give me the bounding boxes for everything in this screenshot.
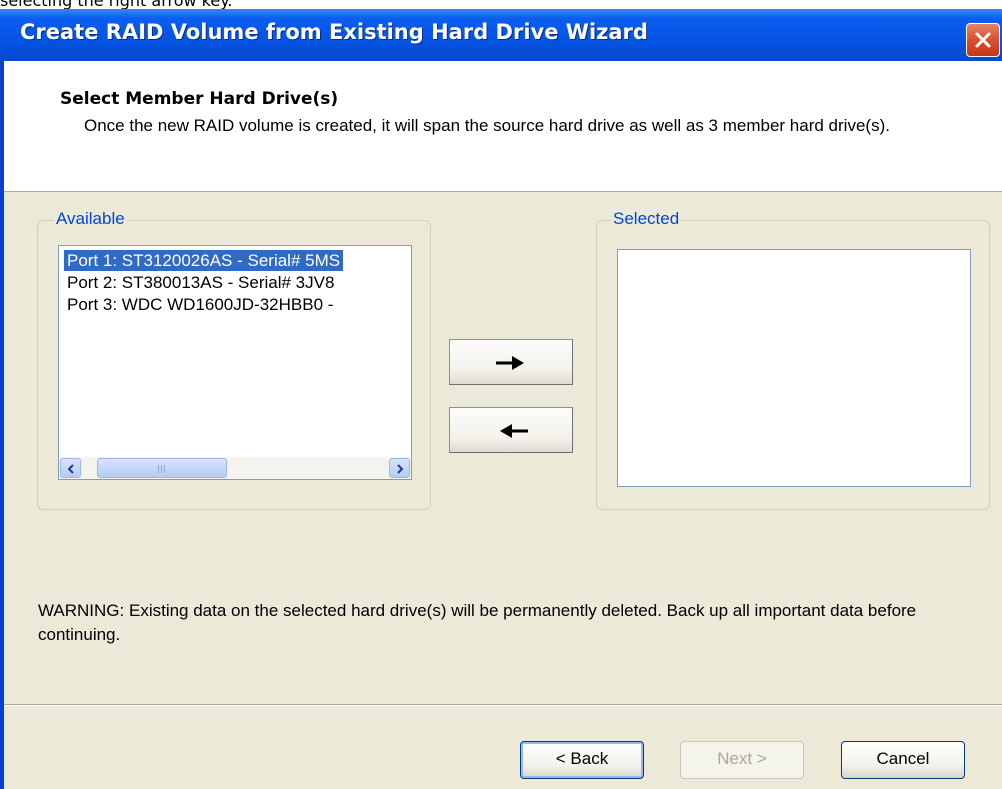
add-to-selected-button[interactable] [449, 339, 573, 385]
chevron-left-icon [67, 464, 74, 474]
available-listbox[interactable]: Port 1: ST3120026AS - Serial# 5MS Port 2… [58, 245, 412, 480]
caption-text: selecting the right arrow key. [0, 0, 233, 10]
selected-listbox[interactable] [617, 249, 971, 487]
wizard-window: Create RAID Volume from Existing Hard Dr… [0, 9, 1002, 789]
chevron-right-icon [397, 464, 404, 474]
back-button[interactable]: < Back [520, 741, 644, 779]
selected-label: Selected [611, 209, 682, 229]
left-arrow-icon [500, 424, 528, 438]
page-description: Once the new RAID volume is created, it … [84, 116, 890, 135]
list-item[interactable]: Port 2: ST380013AS - Serial# 3JV8 [64, 272, 337, 293]
close-icon [975, 32, 991, 48]
title-bar[interactable]: Create RAID Volume from Existing Hard Dr… [0, 9, 1002, 61]
warning-text: WARNING: Existing data on the selected h… [38, 601, 917, 644]
scroll-left-button[interactable] [60, 458, 81, 478]
wizard-header: Select Member Hard Drive(s) Once the new… [4, 61, 1002, 192]
page-title: Select Member Hard Drive(s) [60, 89, 339, 109]
scroll-thumb[interactable] [97, 458, 227, 478]
selected-group: Selected [596, 209, 990, 510]
footer-divider [4, 704, 1002, 706]
scroll-right-button[interactable] [389, 458, 410, 478]
available-group: Available Port 1: ST3120026AS - Serial# … [37, 209, 431, 510]
right-arrow-icon [496, 356, 524, 370]
next-button[interactable]: Next > [680, 741, 804, 779]
horizontal-scrollbar[interactable] [59, 457, 411, 479]
dialog-body: Select Member Hard Drive(s) Once the new… [4, 61, 1002, 789]
remove-from-selected-button[interactable] [449, 407, 573, 453]
close-button[interactable] [966, 23, 1000, 57]
list-item[interactable]: Port 1: ST3120026AS - Serial# 5MS [64, 250, 344, 271]
list-item[interactable]: Port 3: WDC WD1600JD-32HBB0 - [64, 294, 336, 315]
window-title: Create RAID Volume from Existing Hard Dr… [20, 20, 648, 44]
cancel-button[interactable]: Cancel [841, 741, 965, 779]
available-label: Available [54, 209, 127, 229]
